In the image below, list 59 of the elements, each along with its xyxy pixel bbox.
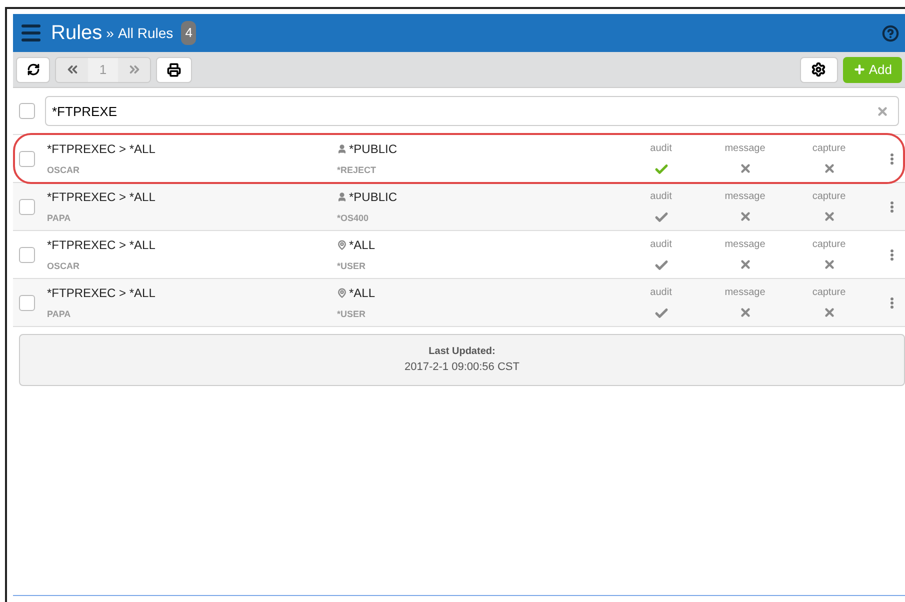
next-page-button[interactable] (118, 58, 150, 82)
refresh-icon (26, 63, 40, 76)
plus-icon (852, 63, 866, 76)
count-badge: 4 (181, 21, 196, 45)
refresh-button[interactable] (16, 56, 50, 82)
flag-label: message (724, 142, 766, 156)
settings-button[interactable] (800, 56, 838, 82)
action-name: *USER (337, 308, 367, 321)
flag-label: audit (650, 238, 672, 252)
flag-label: capture (812, 190, 846, 204)
target-name: *PUBLIC (349, 188, 398, 206)
flag-label: message (724, 286, 766, 300)
action-name: *REJECT (337, 164, 378, 177)
printer-icon (167, 62, 181, 76)
search-field[interactable]: *FTPREXE (45, 96, 899, 126)
flag-label: capture (812, 286, 846, 300)
rule-row[interactable]: *FTPREXEC > *ALL OSCAR *PUBLIC *REJECT audit message capture (13, 135, 905, 183)
print-button[interactable] (156, 56, 192, 82)
target-name: *ALL (349, 284, 376, 302)
server-name: OSCAR (47, 164, 81, 177)
rule-name: *FTPREXEC > *ALL (47, 236, 156, 254)
action-name: *USER (337, 260, 367, 273)
flag-label: capture (812, 142, 846, 156)
flag-label: capture (812, 238, 846, 252)
rule-row[interactable]: *FTPREXEC > *ALL PAPA *ALL *USER audit message capture (13, 279, 905, 327)
flag-label: message (724, 190, 766, 204)
rule-name: *FTPREXEC > *ALL (47, 188, 156, 206)
page-title: Rules (51, 21, 102, 46)
rule-row[interactable]: *FTPREXEC > *ALL PAPA *PUBLIC *OS400 audit message capture (13, 183, 905, 231)
rule-name: *FTPREXEC > *ALL (47, 140, 156, 158)
last-updated-time: 2017-2-1 09:00:56 CST (404, 360, 520, 376)
settings-icon (811, 62, 826, 77)
clear-icon[interactable] (876, 105, 889, 118)
select-all-checkbox[interactable] (19, 103, 35, 119)
server-name: OSCAR (47, 260, 81, 273)
map-pin-icon (337, 240, 347, 250)
user-icon (337, 144, 347, 154)
first-page-button[interactable] (56, 58, 88, 82)
flag-label: audit (650, 286, 672, 300)
breadcrumb-item: All Rules (118, 24, 174, 42)
map-pin-icon (337, 288, 347, 298)
row-checkbox[interactable] (19, 294, 35, 310)
flag-label: audit (650, 190, 672, 204)
flag-label: audit (650, 142, 672, 156)
server-name: PAPA (47, 212, 72, 225)
server-name: PAPA (47, 308, 72, 321)
breadcrumb-separator: » (106, 24, 114, 42)
row-checkbox[interactable] (19, 150, 35, 166)
rule-name: *FTPREXEC > *ALL (47, 284, 156, 302)
target-name: *ALL (349, 236, 376, 254)
row-checkbox[interactable] (19, 198, 35, 214)
flag-label: message (724, 238, 766, 252)
last-updated-label: Last Updated: (428, 345, 496, 360)
target-name: *PUBLIC (349, 140, 398, 158)
row-checkbox[interactable] (19, 246, 35, 262)
user-icon (337, 192, 347, 202)
action-name: *OS400 (337, 212, 370, 225)
help-icon[interactable] (882, 24, 899, 42)
page-number: 1 (88, 58, 118, 82)
